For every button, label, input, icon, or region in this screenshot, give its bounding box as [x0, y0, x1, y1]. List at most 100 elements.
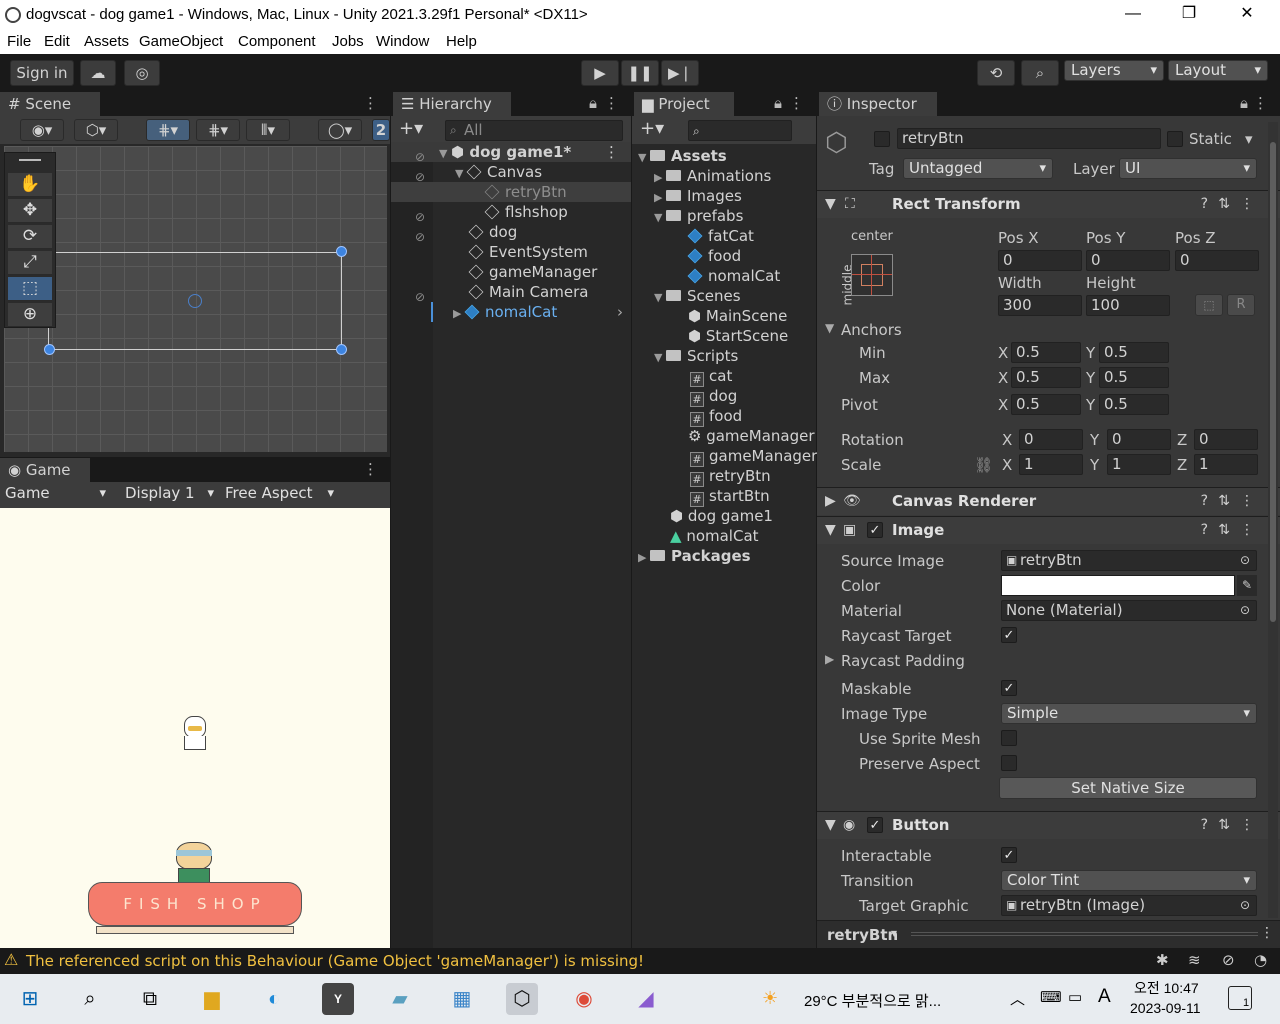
project-item-packages[interactable]: ▶ Packages: [632, 546, 816, 566]
preserve-aspect-checkbox[interactable]: [1001, 755, 1017, 771]
project-item-startbtn-script[interactable]: # startBtn: [632, 486, 816, 507]
preview-drag-handle[interactable]: [911, 932, 1258, 936]
button-enabled-checkbox[interactable]: ✓: [867, 817, 883, 833]
tab-project[interactable]: ▆ Project: [634, 92, 734, 116]
language-indicator-icon[interactable]: A: [1098, 986, 1111, 1008]
preview-menu-icon[interactable]: ⋮: [1260, 925, 1274, 941]
hierarchy-item-canvas[interactable]: ▼ Canvas: [391, 162, 631, 182]
object-name-input[interactable]: retryBtn: [897, 128, 1161, 149]
sphere-icon[interactable]: ◯▾: [318, 119, 362, 141]
rotation-z-field[interactable]: 0: [1194, 429, 1258, 450]
debug-icon[interactable]: ✱: [1156, 951, 1169, 969]
hierarchy-item-flshshop[interactable]: flshshop: [391, 202, 631, 222]
lock-icon[interactable]: 🔒︎: [1240, 92, 1248, 116]
posy-field[interactable]: 0: [1086, 250, 1170, 271]
color-swatch[interactable]: [1001, 575, 1235, 596]
hidden-icon[interactable]: ⊘: [415, 170, 425, 184]
scene-view[interactable]: [4, 146, 387, 452]
shading-icon[interactable]: ⬡▾: [74, 119, 118, 141]
collapse-arrow-icon[interactable]: ▼: [825, 817, 836, 833]
project-item-images[interactable]: ▶ Images: [632, 186, 816, 206]
menu-gameobject[interactable]: GameObject: [139, 33, 223, 50]
static-checkbox[interactable]: [1167, 131, 1183, 147]
view-2d-button[interactable]: 2: [372, 119, 390, 141]
project-item-assets[interactable]: ▼ Assets: [632, 146, 816, 166]
image-component-header[interactable]: ▼ ▣ ✓ Image ? ⇅ ⋮: [817, 516, 1280, 544]
anchor-max-y-field[interactable]: 0.5: [1099, 367, 1169, 388]
button-component-header[interactable]: ▼ ◉ ✓ Button ? ⇅ ⋮: [817, 811, 1280, 839]
image-type-dropdown[interactable]: Simple: [1001, 703, 1257, 724]
blueprint-mode-icon[interactable]: ⬚: [1195, 294, 1223, 316]
tab-scene[interactable]: # Scene: [0, 92, 100, 116]
hierarchy-item-dog[interactable]: dog: [391, 222, 631, 242]
interactable-checkbox[interactable]: ✓: [1001, 847, 1017, 863]
collab-icon[interactable]: ◎: [124, 60, 160, 86]
minimize-icon[interactable]: —: [1104, 0, 1162, 30]
menu-help[interactable]: Help: [446, 33, 477, 50]
project-search-input[interactable]: ⌕: [688, 120, 792, 141]
project-item-prefabs[interactable]: ▼ prefabs: [632, 206, 816, 226]
snap-icon[interactable]: ⋕▾: [196, 119, 240, 141]
component-menu-icon[interactable]: ⋮: [1240, 817, 1254, 833]
project-item-dog-script[interactable]: # dog: [632, 386, 816, 407]
pivot-x-field[interactable]: 0.5: [1011, 394, 1081, 415]
source-image-field[interactable]: ▣ retryBtn ⊙: [1001, 550, 1257, 571]
height-field[interactable]: 100: [1086, 295, 1170, 316]
restore-icon[interactable]: ❐: [1160, 0, 1218, 30]
posz-field[interactable]: 0: [1175, 250, 1259, 271]
project-item-nomalcat-prefab[interactable]: nomalCat: [632, 266, 816, 286]
project-item-mainscene[interactable]: ⬢ MainScene: [632, 306, 816, 326]
layers-dropdown[interactable]: Layers: [1064, 60, 1164, 81]
preview-object-name[interactable]: retryBtn: [827, 926, 898, 944]
layers-stack-icon[interactable]: ≋: [1188, 951, 1201, 969]
posx-field[interactable]: 0: [998, 250, 1082, 271]
tab-hierarchy[interactable]: ☰ Hierarchy: [393, 92, 511, 116]
notification-icon[interactable]: 1: [1228, 986, 1252, 1010]
project-item-gamemanager-script[interactable]: # gameManager: [632, 446, 817, 467]
project-item-nomalcat-anim[interactable]: ▲ nomalCat: [632, 526, 816, 546]
edge-browser-icon[interactable]: ◐: [258, 983, 290, 1015]
draw-mode-icon[interactable]: ◉▾: [20, 119, 64, 141]
open-prefab-icon[interactable]: ›: [617, 302, 623, 322]
scale-y-field[interactable]: 1: [1107, 454, 1171, 475]
help-icon[interactable]: ?: [1201, 522, 1208, 538]
presets-icon[interactable]: ⇅: [1218, 493, 1230, 509]
close-icon[interactable]: ✕: [1218, 0, 1276, 30]
handle-top-right[interactable]: [336, 246, 347, 257]
menu-jobs[interactable]: Jobs: [332, 33, 364, 50]
hidden-icon[interactable]: ⊘: [415, 230, 425, 244]
expand-arrow-icon[interactable]: ▶: [453, 304, 465, 324]
hierarchy-item-retrybtn[interactable]: retryBtn: [391, 182, 631, 202]
move-tool-icon[interactable]: ✥: [8, 199, 52, 223]
hierarchy-scene-root[interactable]: ▼ ⬢ dog game1* ⋮: [391, 142, 631, 162]
layer-dropdown[interactable]: UI: [1119, 158, 1257, 179]
menu-assets[interactable]: Assets: [84, 33, 129, 50]
visual-studio-icon[interactable]: ◢: [630, 983, 662, 1015]
expand-arrow-icon[interactable]: ▼: [439, 144, 451, 164]
expand-arrow-icon[interactable]: ▼: [455, 164, 467, 184]
inspector-menu-icon[interactable]: ⋮: [1253, 92, 1268, 116]
clock-time[interactable]: 오전 10:47: [1134, 978, 1199, 998]
hierarchy-item-eventsystem[interactable]: EventSystem: [391, 242, 631, 262]
weather-text[interactable]: 29°C 부분적으로 맑...: [804, 990, 941, 1011]
unity-hub-icon[interactable]: ⬡: [506, 983, 538, 1015]
ime-icon[interactable]: ⌨: [1040, 988, 1062, 1006]
canvas-renderer-header[interactable]: ▶ 👁︎ Canvas Renderer ? ⇅ ⋮: [817, 487, 1280, 515]
hierarchy-menu-icon[interactable]: ⋮: [604, 92, 619, 116]
show-hidden-icons-icon[interactable]: ︿: [1010, 988, 1025, 1009]
raycast-padding-expand-icon[interactable]: ▶: [825, 652, 834, 666]
scrollbar-thumb[interactable]: [1270, 142, 1276, 622]
sign-in-button[interactable]: Sign in: [10, 60, 74, 86]
file-explorer-icon[interactable]: ▆: [196, 983, 228, 1015]
project-item-cat-script[interactable]: # cat: [632, 366, 816, 387]
clock-date[interactable]: 2023-09-11: [1130, 1000, 1201, 1016]
project-item-fatcat[interactable]: fatCat: [632, 226, 816, 246]
project-menu-icon[interactable]: ⋮: [789, 92, 804, 116]
tab-game[interactable]: ◉ Game: [0, 458, 90, 482]
hidden-icon[interactable]: ⊘: [415, 290, 425, 304]
component-menu-icon[interactable]: ⋮: [1240, 196, 1254, 212]
component-menu-icon[interactable]: ⋮: [1240, 522, 1254, 538]
scene-menu-icon[interactable]: ⋮: [363, 92, 378, 116]
scale-z-field[interactable]: 1: [1194, 454, 1258, 475]
width-field[interactable]: 300: [998, 295, 1082, 316]
